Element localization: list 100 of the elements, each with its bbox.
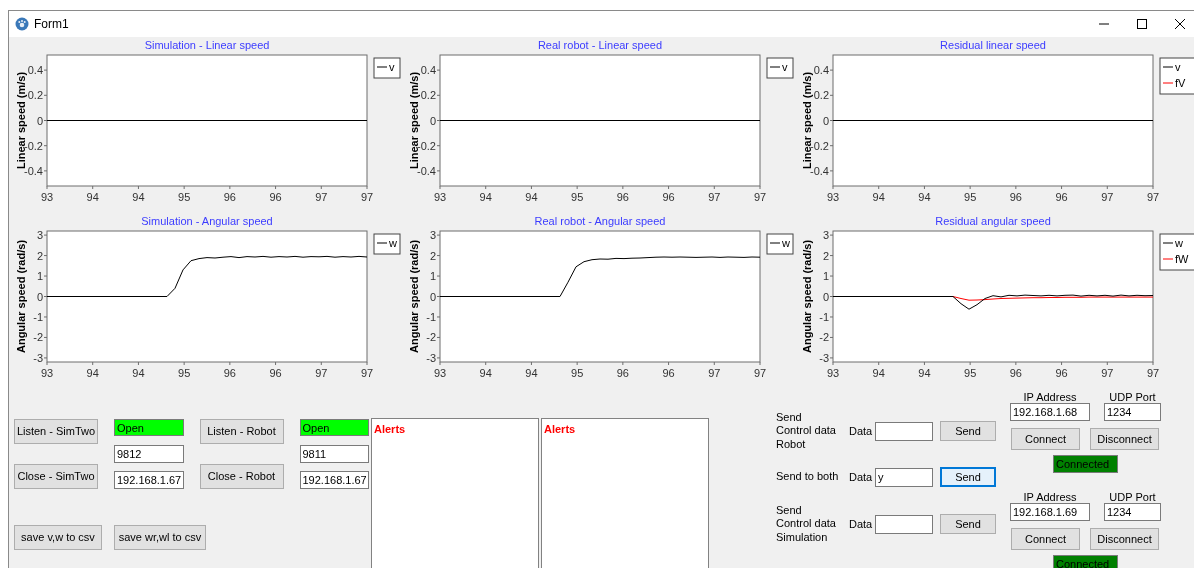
legend-box bbox=[1159, 57, 1194, 95]
send-button[interactable]: Send bbox=[940, 514, 996, 534]
listen-button[interactable]: Listen - Robot bbox=[199, 419, 284, 444]
tick-label: 94 bbox=[479, 367, 492, 379]
close-button[interactable]: Close - Robot bbox=[199, 464, 284, 489]
tick-label: 0 bbox=[822, 114, 829, 127]
tick-label: 96 bbox=[223, 367, 236, 379]
ip-field[interactable]: 192.168.1.67 bbox=[114, 471, 184, 489]
tick-label: 1 bbox=[429, 270, 436, 283]
field-label: UDP Port bbox=[1108, 390, 1157, 403]
status-field[interactable]: Open bbox=[114, 419, 184, 436]
tick-label: 96 bbox=[223, 191, 236, 203]
tick-label: -0.2 bbox=[24, 139, 43, 152]
tick-label: 95 bbox=[571, 191, 584, 203]
disconnect-button[interactable]: Disconnect bbox=[1090, 528, 1159, 550]
tick-label: -1 bbox=[819, 310, 829, 323]
close-icon[interactable] bbox=[1175, 19, 1185, 29]
tick-label: 97 bbox=[708, 191, 721, 203]
tick-label: 96 bbox=[662, 191, 675, 203]
connect-button[interactable]: Connect bbox=[1011, 428, 1080, 450]
tick-label: -1 bbox=[426, 310, 436, 323]
field-label: IP Address bbox=[1022, 490, 1078, 503]
tick-label: 93 bbox=[40, 367, 54, 379]
tick-label: -0.4 bbox=[810, 164, 829, 177]
port-field[interactable]: 9812 bbox=[114, 445, 184, 463]
close-button[interactable]: Close - SimTwo bbox=[14, 464, 98, 489]
port-field[interactable]: 1234 bbox=[1104, 403, 1161, 421]
connect-button[interactable]: Connect bbox=[1011, 528, 1080, 550]
data-field[interactable]: y bbox=[875, 467, 933, 487]
maximize-icon[interactable] bbox=[1137, 19, 1147, 29]
tick-label: 93 bbox=[40, 191, 54, 203]
listen-button[interactable]: Listen - SimTwo bbox=[14, 419, 98, 444]
chart-title: Residual linear speed bbox=[940, 39, 1046, 51]
chart-title: Real robot - Linear speed bbox=[537, 39, 663, 51]
tick-label: -0.2 bbox=[417, 139, 436, 152]
tick-label: 97 bbox=[753, 191, 767, 203]
tick-label: 97 bbox=[1101, 191, 1114, 203]
data-field[interactable] bbox=[875, 514, 933, 534]
send-button[interactable]: Send bbox=[940, 467, 996, 487]
tick-label: 94 bbox=[132, 367, 145, 379]
tick-label: 93 bbox=[433, 367, 447, 379]
tick-label: 0 bbox=[36, 114, 43, 127]
save-button[interactable]: save v,w to csv bbox=[14, 525, 102, 550]
ip-field[interactable]: 192.168.1.68 bbox=[1010, 403, 1090, 421]
tick-label: 0 bbox=[429, 290, 436, 303]
status-field[interactable]: Connected bbox=[1053, 455, 1118, 473]
port-field[interactable]: 9811 bbox=[299, 445, 369, 463]
tick-label: 97 bbox=[315, 191, 328, 203]
tick-label: 97 bbox=[1101, 367, 1114, 379]
port-field[interactable]: 1234 bbox=[1104, 503, 1161, 521]
window-title: Form1 bbox=[34, 16, 69, 33]
ip-field[interactable]: 192.168.1.69 bbox=[1010, 503, 1090, 521]
save-button[interactable]: save wr,wl to csv bbox=[114, 525, 206, 550]
tick-label: 94 bbox=[525, 367, 538, 379]
tick-label: 94 bbox=[918, 191, 931, 203]
disconnect-button[interactable]: Disconnect bbox=[1090, 428, 1159, 450]
chart-title: Residual angular speed bbox=[935, 215, 1051, 227]
data-label: Data bbox=[849, 423, 872, 439]
axis-label: Angular speed (rad/s) bbox=[801, 239, 813, 354]
tick-label: 0 bbox=[822, 290, 829, 303]
tick-label: 94 bbox=[918, 367, 931, 379]
legend-label: v bbox=[389, 61, 395, 73]
tick-label: 95 bbox=[178, 191, 191, 203]
legend-label: w bbox=[1175, 237, 1183, 249]
tick-label: 97 bbox=[753, 367, 767, 379]
tick-label: 93 bbox=[433, 191, 447, 203]
data-label: Data bbox=[849, 516, 872, 532]
tick-label: 97 bbox=[1146, 367, 1160, 379]
legend-line-icon bbox=[769, 66, 781, 68]
data-field[interactable] bbox=[875, 421, 933, 441]
tick-label: -2 bbox=[426, 331, 436, 344]
data-label: Data bbox=[849, 469, 872, 485]
tick-label: -3 bbox=[33, 351, 43, 364]
tick-label: 97 bbox=[360, 191, 374, 203]
legend-line-icon bbox=[1162, 82, 1174, 84]
tick-label: 95 bbox=[964, 367, 977, 379]
tick-label: 2 bbox=[429, 249, 436, 262]
tick-label: 94 bbox=[132, 191, 145, 203]
legend-label: w bbox=[782, 237, 790, 249]
tick-label: 94 bbox=[525, 191, 538, 203]
legend-box bbox=[373, 233, 401, 255]
tick-label: 3 bbox=[822, 229, 829, 242]
tick-label: 96 bbox=[1009, 367, 1022, 379]
status-field[interactable]: Open bbox=[299, 419, 369, 436]
send-label: Send Control data Robot bbox=[776, 410, 837, 452]
app-icon bbox=[15, 17, 29, 31]
legend-line-icon bbox=[769, 242, 781, 244]
tick-label: 93 bbox=[826, 191, 840, 203]
ip-field[interactable]: 192.168.1.67 bbox=[299, 471, 369, 489]
legend-box bbox=[373, 57, 401, 79]
tick-label: 95 bbox=[964, 191, 977, 203]
status-field[interactable]: Connected bbox=[1053, 555, 1118, 568]
legend-label: w bbox=[389, 237, 397, 249]
chart-title: Simulation - Angular speed bbox=[141, 215, 273, 227]
tick-label: 0.4 bbox=[813, 64, 829, 77]
send-button[interactable]: Send bbox=[940, 421, 996, 441]
chart-title: Simulation - Linear speed bbox=[144, 39, 270, 51]
tick-label: 96 bbox=[616, 367, 629, 379]
tick-label: -0.4 bbox=[417, 164, 436, 177]
field-label: IP Address bbox=[1022, 390, 1078, 403]
